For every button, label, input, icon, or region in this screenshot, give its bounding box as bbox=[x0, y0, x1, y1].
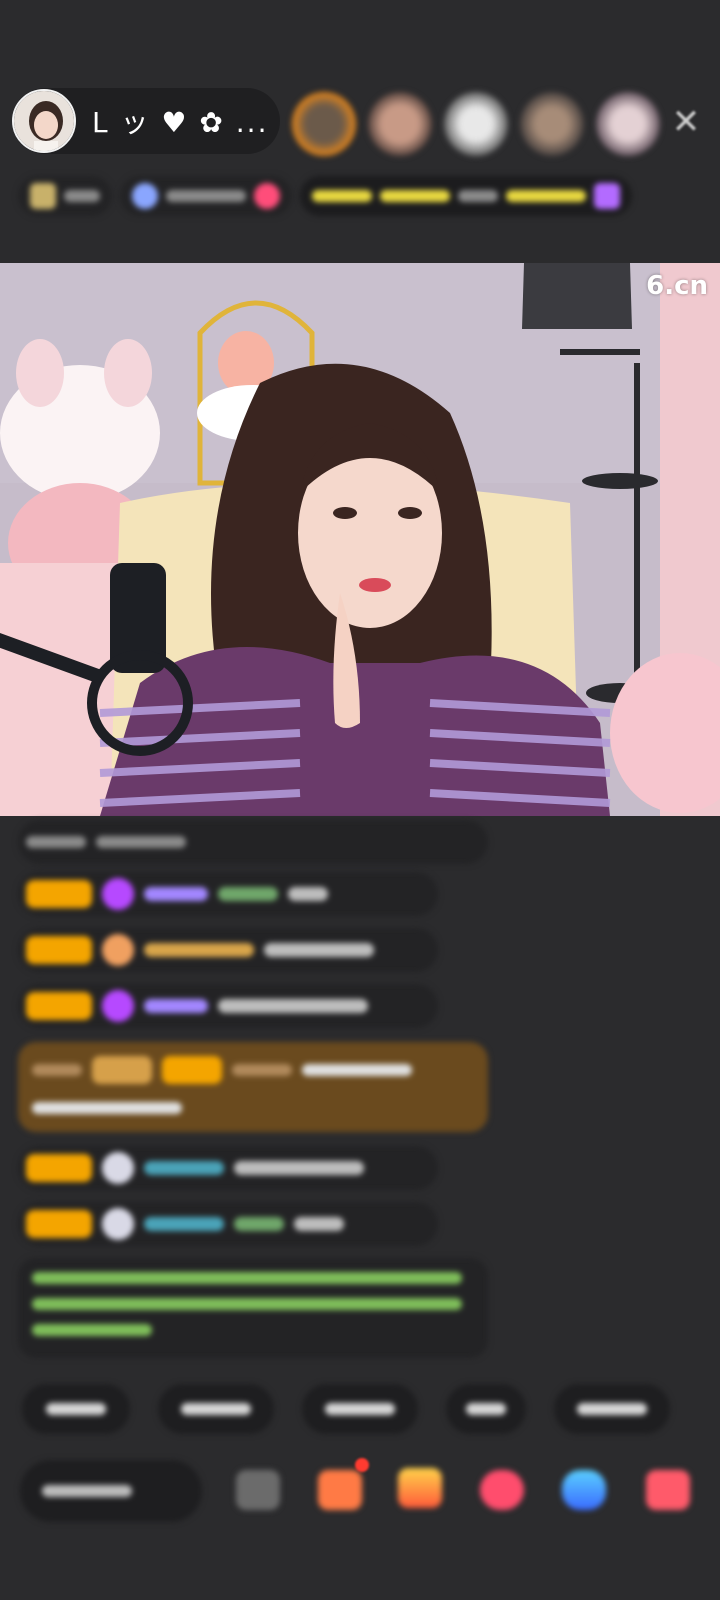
chat-message[interactable] bbox=[18, 1202, 438, 1246]
viewer-avatar[interactable] bbox=[292, 92, 356, 156]
viewer-avatar[interactable] bbox=[596, 92, 660, 156]
streamer-scene bbox=[0, 263, 720, 816]
chat-message[interactable] bbox=[18, 872, 438, 916]
chat-message[interactable] bbox=[18, 928, 438, 972]
viewer-avatar[interactable] bbox=[520, 92, 584, 156]
quick-replies bbox=[22, 1384, 670, 1434]
chat-input[interactable] bbox=[20, 1460, 202, 1522]
chat-message-highlight[interactable] bbox=[18, 1042, 488, 1132]
heart-icon[interactable] bbox=[480, 1470, 524, 1510]
quick-reply-chip[interactable] bbox=[158, 1384, 274, 1434]
game-icon[interactable] bbox=[562, 1470, 606, 1510]
quick-reply-chip[interactable] bbox=[446, 1384, 526, 1434]
host-info-pill[interactable]: L ッ ♥ ✿ ... bbox=[12, 88, 280, 154]
bottom-toolbar bbox=[20, 1456, 720, 1526]
chat-message[interactable] bbox=[18, 984, 438, 1028]
stat-chip[interactable] bbox=[18, 176, 112, 216]
room-stats-row bbox=[18, 174, 702, 218]
quick-reply-chip[interactable] bbox=[554, 1384, 670, 1434]
system-notice bbox=[18, 1258, 488, 1358]
stat-chip[interactable] bbox=[120, 176, 292, 216]
gift-icon[interactable] bbox=[398, 1468, 442, 1508]
host-name: L ッ ♥ ✿ ... bbox=[92, 106, 269, 139]
chat-message[interactable] bbox=[18, 820, 488, 864]
viewer-avatar[interactable] bbox=[444, 92, 508, 156]
top-viewers-list[interactable] bbox=[292, 92, 660, 156]
chat-message[interactable] bbox=[18, 1146, 438, 1190]
lucky-bag-icon[interactable] bbox=[318, 1470, 362, 1510]
quick-reply-chip[interactable] bbox=[22, 1384, 130, 1434]
stat-chip[interactable] bbox=[300, 176, 632, 216]
notification-dot bbox=[355, 1458, 369, 1472]
host-avatar[interactable] bbox=[12, 89, 76, 153]
platform-watermark: 6.cn bbox=[646, 271, 708, 301]
quick-reply-chip[interactable] bbox=[302, 1384, 418, 1434]
more-icon[interactable] bbox=[646, 1470, 690, 1510]
viewer-avatar[interactable] bbox=[368, 92, 432, 156]
close-icon[interactable]: ✕ bbox=[668, 104, 704, 140]
chat-icon[interactable] bbox=[236, 1470, 280, 1510]
live-video[interactable]: 6.cn bbox=[0, 263, 720, 816]
